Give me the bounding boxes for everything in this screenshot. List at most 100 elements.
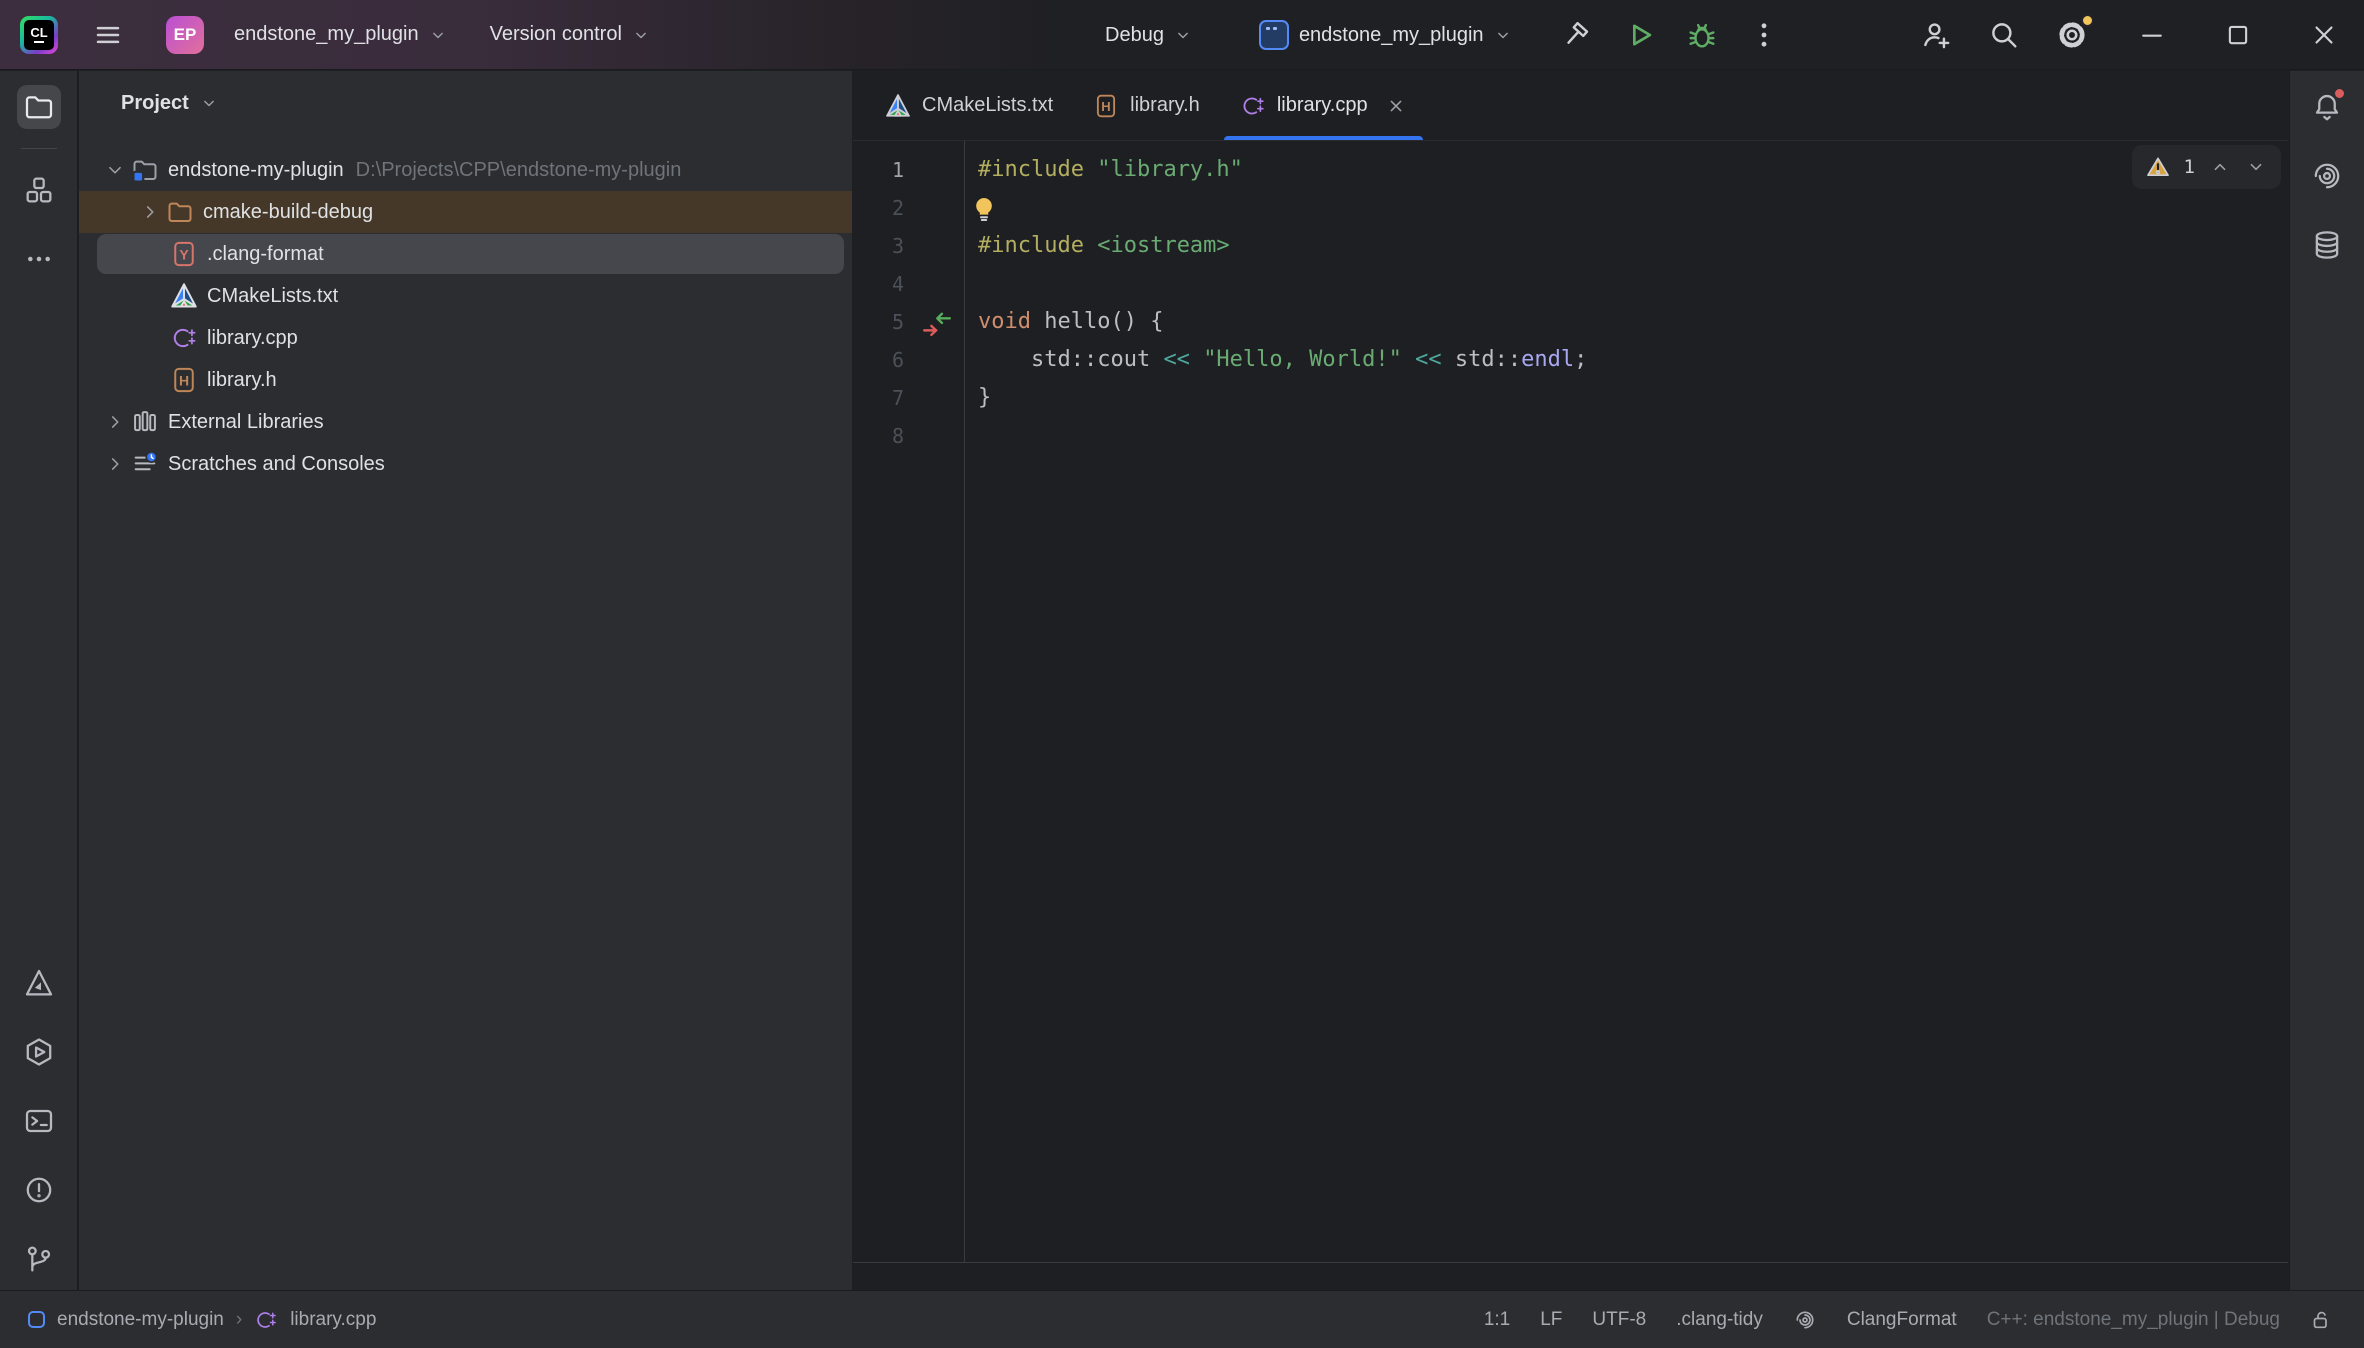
line-number: 4 (853, 265, 964, 303)
services-hexagon-play-icon (23, 1036, 55, 1068)
project-tool-button[interactable] (17, 85, 61, 129)
line-number: 2 (853, 189, 964, 227)
settings-notification-dot (2081, 14, 2094, 27)
ai-assistant-button[interactable] (2305, 154, 2349, 198)
tab-cmakelists[interactable]: CMakeLists.txt (865, 71, 1073, 140)
terminal-tool-button[interactable] (17, 1099, 61, 1143)
debug-bug-icon[interactable] (1685, 18, 1719, 52)
editor-area: CMakeLists.txt H library.h library.cpp 1… (853, 71, 2288, 1290)
more-actions-icon[interactable] (1747, 18, 1781, 52)
run-configuration-selector[interactable]: endstone_my_plugin (1259, 20, 1513, 50)
editor-bottom-strip (853, 1262, 2288, 1290)
run-config-icon (1259, 20, 1289, 50)
tree-item-project-root[interactable]: endstone-my-plugin D:\Projects\CPP\endst… (79, 149, 852, 191)
line-separator-widget[interactable]: LF (1540, 1309, 1562, 1331)
next-problem-icon[interactable] (2245, 156, 2267, 178)
breadcrumb-file[interactable]: library.cpp (290, 1309, 376, 1331)
clion-logo-icon: CL (20, 16, 58, 54)
editor-tab-bar: CMakeLists.txt H library.h library.cpp (853, 71, 2288, 141)
toolchain-widget[interactable]: C++: endstone_my_plugin | Debug (1987, 1309, 2280, 1331)
more-tool-windows-button[interactable] (17, 237, 61, 281)
previous-problem-icon[interactable] (2209, 156, 2231, 178)
code-line: void hello() { (978, 303, 2288, 341)
intention-lightbulb-icon[interactable] (969, 194, 999, 224)
line-number: 1 (853, 151, 964, 189)
structure-icon (23, 174, 55, 206)
clang-tidy-widget[interactable]: .clang-tidy (1676, 1309, 1763, 1331)
notifications-button[interactable] (2305, 85, 2349, 129)
warning-icon (2146, 155, 2170, 179)
cmake-file-icon (169, 281, 199, 311)
search-everywhere-button[interactable] (1986, 17, 2022, 53)
code-content[interactable]: #include "library.h" #include <iostream>… (965, 141, 2288, 1262)
tree-item-cmakelists[interactable]: CMakeLists.txt (79, 275, 852, 317)
breadcrumb-separator-icon: › (236, 1309, 242, 1331)
database-button[interactable] (2305, 223, 2349, 267)
header-file-icon: H (1093, 93, 1119, 119)
encoding-widget[interactable]: UTF-8 (1592, 1309, 1646, 1331)
clang-format-widget[interactable]: ClangFormat (1847, 1309, 1957, 1331)
close-tab-icon[interactable] (1385, 95, 1407, 117)
tree-item-label: External Libraries (168, 411, 324, 434)
svg-text:H: H (1101, 98, 1110, 113)
tree-item-scratches[interactable]: Scratches and Consoles (79, 443, 852, 485)
inspection-widget[interactable]: 1 (2132, 145, 2281, 189)
code-with-me-button[interactable] (1918, 17, 1954, 53)
tree-item-external-libraries[interactable]: External Libraries (79, 401, 852, 443)
code-line (978, 265, 2288, 303)
build-hammer-icon[interactable] (1561, 18, 1595, 52)
project-tool-window: Project endstone-my-plugin D:\Projects\C… (79, 71, 852, 1290)
main-menu-button[interactable] (86, 13, 130, 57)
tree-item-label: Scratches and Consoles (168, 453, 385, 476)
chevron-down-icon (199, 93, 219, 113)
problems-icon (23, 1174, 55, 1206)
run-mode-label: Debug (1105, 24, 1164, 47)
project-selector[interactable]: endstone_my_plugin (234, 23, 448, 46)
goto-declaration-gutter-icons[interactable] (920, 307, 954, 341)
tab-label: library.h (1130, 94, 1200, 117)
tree-item-clang-format[interactable]: Y .clang-format (79, 233, 852, 275)
chevron-right-icon[interactable] (100, 407, 130, 437)
tab-library-h[interactable]: H library.h (1073, 71, 1220, 140)
ai-status-icon[interactable] (1793, 1308, 1817, 1332)
structure-tool-button[interactable] (17, 168, 61, 212)
tree-item-cmake-build-debug[interactable]: cmake-build-debug (79, 191, 852, 233)
clion-logo-text: CL (30, 26, 47, 39)
breadcrumb-module[interactable]: endstone-my-plugin (57, 1309, 224, 1331)
close-button[interactable] (2306, 17, 2342, 53)
folder-icon (23, 91, 55, 123)
editor-gutter: 1 2 3 4 5 6 7 8 (853, 141, 965, 1262)
chevron-down-icon[interactable] (100, 155, 130, 185)
caret-position-widget[interactable]: 1:1 (1484, 1309, 1510, 1331)
project-badge[interactable]: EP (166, 16, 204, 54)
close-icon (2309, 20, 2339, 50)
tree-item-label: library.cpp (207, 327, 298, 350)
project-tree: endstone-my-plugin D:\Projects\CPP\endst… (79, 149, 852, 485)
tree-item-label: library.h (207, 369, 277, 392)
project-panel-title: Project (121, 92, 189, 115)
chevron-right-icon[interactable] (135, 197, 165, 227)
problems-tool-button[interactable] (17, 1168, 61, 1212)
settings-button[interactable] (2054, 17, 2090, 53)
chevron-down-icon (1173, 25, 1193, 45)
chevron-right-icon[interactable] (100, 449, 130, 479)
run-play-icon[interactable] (1623, 18, 1657, 52)
git-tool-button[interactable] (17, 1237, 61, 1281)
toolbar-divider (21, 148, 57, 149)
left-tool-stripe (0, 71, 78, 1290)
unlocked-icon[interactable] (2310, 1308, 2334, 1332)
libraries-icon (130, 407, 160, 437)
minimize-button[interactable] (2134, 17, 2170, 53)
cmake-tool-button[interactable] (17, 961, 61, 1005)
tree-item-library-cpp[interactable]: library.cpp (79, 317, 852, 359)
version-control-menu[interactable]: Version control (490, 23, 651, 46)
run-mode-selector[interactable]: Debug (1105, 24, 1193, 47)
services-tool-button[interactable] (17, 1030, 61, 1074)
add-user-icon (1919, 18, 1953, 52)
yaml-file-icon: Y (169, 239, 199, 269)
maximize-button[interactable] (2220, 17, 2256, 53)
editor-body[interactable]: 1 2 3 4 5 6 7 8 #include "library.h" #in… (853, 141, 2288, 1262)
project-panel-header[interactable]: Project (79, 71, 852, 135)
tree-item-library-h[interactable]: H library.h (79, 359, 852, 401)
tab-library-cpp[interactable]: library.cpp (1220, 71, 1427, 140)
